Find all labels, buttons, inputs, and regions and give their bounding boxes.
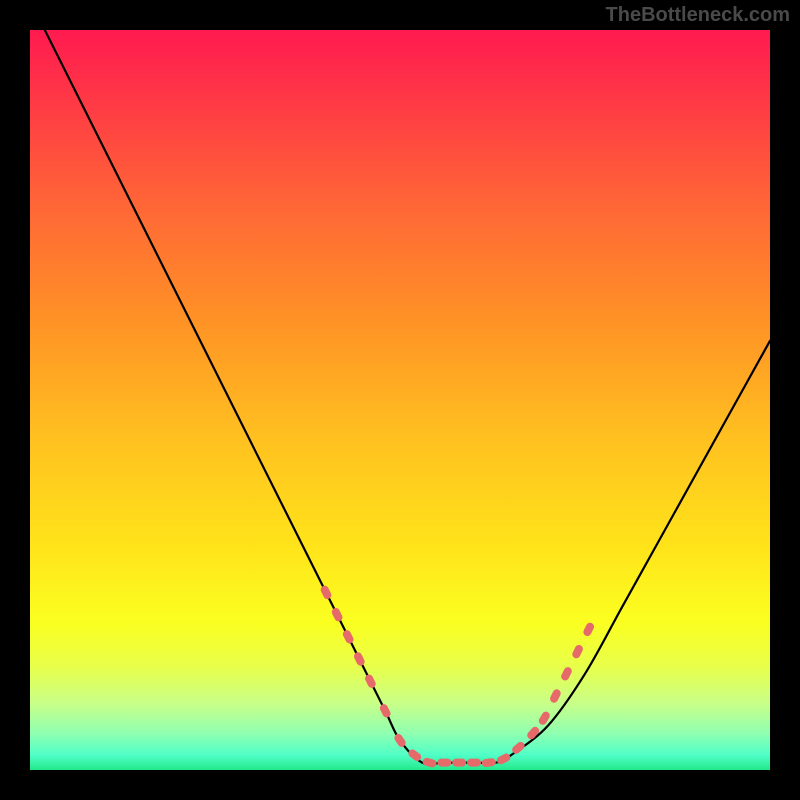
marker-dot: [353, 651, 366, 667]
bottleneck-curve: [30, 30, 770, 764]
marker-dot: [422, 757, 438, 768]
highlight-markers: [319, 584, 595, 768]
marker-dot: [364, 673, 377, 689]
marker-dot: [496, 752, 512, 765]
marker-dot: [467, 759, 481, 767]
chart-container: TheBottleneck.com: [0, 0, 800, 800]
marker-dot: [437, 759, 451, 767]
watermark-text: TheBottleneck.com: [606, 4, 790, 27]
marker-dot: [526, 725, 541, 741]
marker-dot: [330, 607, 343, 623]
marker-dot: [549, 688, 562, 704]
marker-dot: [582, 621, 595, 637]
marker-dot: [319, 584, 332, 600]
marker-dot: [481, 758, 496, 768]
marker-dot: [341, 629, 354, 645]
curve-layer: [30, 30, 770, 770]
marker-dot: [571, 644, 584, 660]
marker-dot: [560, 666, 573, 682]
marker-dot: [452, 759, 466, 767]
marker-dot: [378, 703, 391, 719]
plot-area: [30, 30, 770, 770]
